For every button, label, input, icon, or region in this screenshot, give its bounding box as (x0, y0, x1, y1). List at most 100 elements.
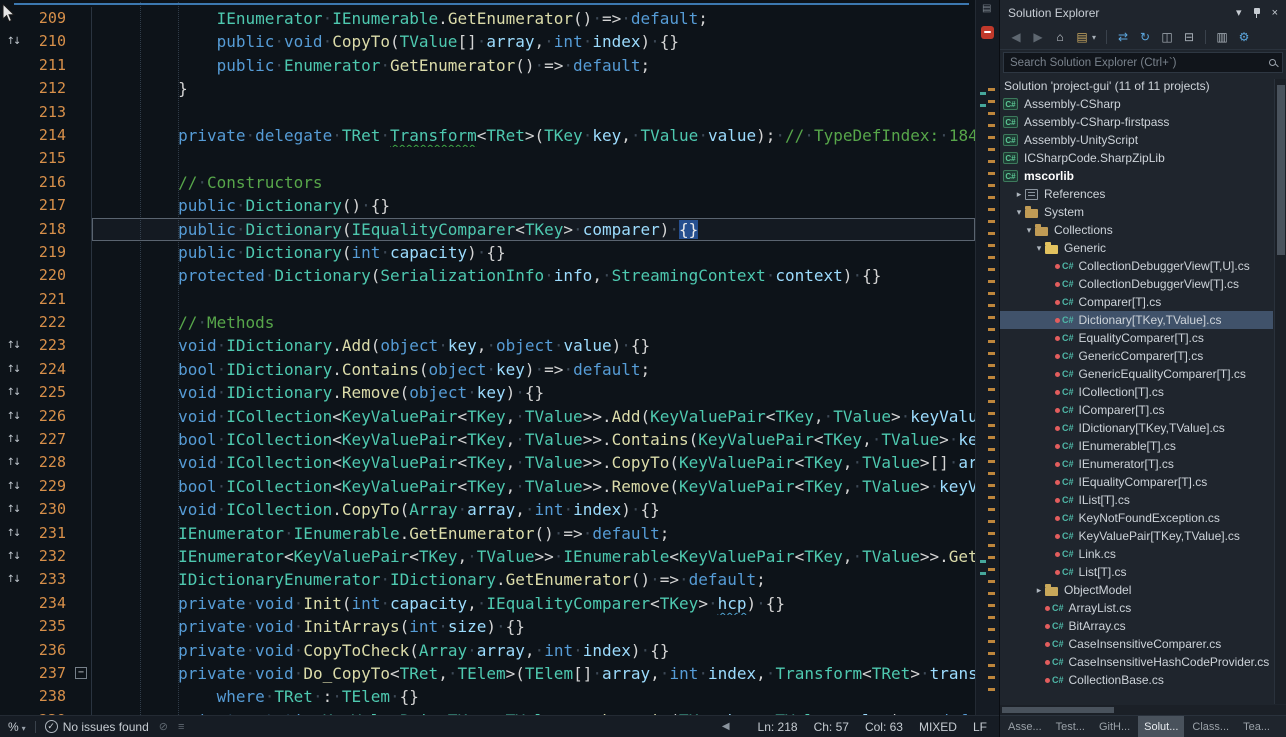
glyph-margin[interactable] (0, 264, 26, 287)
tree-item-collections[interactable]: ▾Collections (1000, 221, 1286, 239)
fold-collapse-icon[interactable]: − (75, 667, 87, 679)
glyph-margin[interactable]: ↑↓ (0, 30, 26, 53)
tree-item-system[interactable]: ▾System (1000, 203, 1286, 221)
code-line-221[interactable]: 221 (0, 288, 975, 311)
tree-vertical-scrollbar[interactable] (1274, 79, 1286, 704)
tree-item-references[interactable]: ▸References (1000, 185, 1286, 203)
char-indicator[interactable]: Ch: 57 (814, 720, 849, 734)
navigate-references-icon[interactable]: ↑↓ (7, 451, 20, 474)
switch-views-icon[interactable]: ▤ (1074, 30, 1090, 44)
glyph-margin[interactable]: ↑↓ (0, 545, 26, 568)
code-line-232[interactable]: ↑↓232 IEnumerator<KeyValuePair<TKey,·TVa… (0, 545, 975, 568)
zoom-control[interactable]: %▾ (8, 720, 26, 734)
tree-item-genericequalitycomparer-t-cs[interactable]: C#GenericEqualityComparer[T].cs (1000, 365, 1286, 383)
tree-item-assembly-csharp-firstpass[interactable]: C#Assembly-CSharp-firstpass (1000, 113, 1286, 131)
tree-item-equalitycomparer-t-cs[interactable]: C#EqualityComparer[T].cs (1000, 329, 1286, 347)
code-line-210[interactable]: ↑↓210 public·void·CopyTo(TValue[]·array,… (0, 30, 975, 53)
code-text[interactable]: } (92, 77, 975, 100)
document-health-icon[interactable] (981, 26, 994, 39)
code-line-222[interactable]: 222 //·Methods (0, 311, 975, 334)
tree-item-caseinsensitivecomparer-cs[interactable]: C#CaseInsensitiveComparer.cs (1000, 635, 1286, 653)
code-text[interactable]: IEnumerator·IEnumerable.GetEnumer​ator()… (92, 522, 975, 545)
code-text[interactable] (92, 288, 975, 311)
switch-views-caret-icon[interactable]: ▾ (1090, 33, 1098, 42)
code-line-218[interactable]: 218 public·Dictionary(IEqualityComparer<… (0, 218, 975, 241)
chevron-down-icon[interactable]: ▾ (1013, 207, 1025, 218)
tree-item-objectmodel[interactable]: ▸ObjectModel (1000, 581, 1286, 599)
properties-icon[interactable]: ⚙ (1236, 30, 1252, 44)
code-line-236[interactable]: 236 private·void·CopyToCheck(Array·array… (0, 639, 975, 662)
code-line-233[interactable]: ↑↓233 IDictionaryEnumerator·IDictionary.… (0, 568, 975, 591)
glyph-margin[interactable] (0, 101, 26, 124)
code-text[interactable]: public·Enumerator·GetEnumerator()·=>·def… (92, 54, 975, 77)
code-line-235[interactable]: 235 private·void·InitArrays(int·size)·{} (0, 615, 975, 638)
panel-tab-solut[interactable]: Solut... (1138, 716, 1184, 737)
tree-item-link-cs[interactable]: C#Link.cs (1000, 545, 1286, 563)
code-line-223[interactable]: ↑↓223 void·IDictionary.Add(object·key,·o… (0, 334, 975, 357)
code-line-228[interactable]: ↑↓228 void·ICollection<KeyValuePair<TKey… (0, 451, 975, 474)
code-text[interactable]: void·IDictionary.Remove(object·key)·{} (92, 381, 975, 404)
glyph-margin[interactable]: ↑↓ (0, 522, 26, 545)
glyph-margin[interactable]: ↑↓ (0, 568, 26, 591)
code-text[interactable]: bool·ICollection<KeyValuePair<TKey,·TVal… (92, 428, 975, 451)
chevron-down-icon[interactable]: ▾ (1033, 243, 1045, 254)
navigate-references-icon[interactable]: ↑↓ (7, 522, 20, 545)
navigate-references-icon[interactable]: ↑↓ (7, 568, 20, 591)
code-line-220[interactable]: 220 protected·Dictionary(SerializationIn… (0, 264, 975, 287)
code-line-217[interactable]: 217 public·Dictionary()·{} (0, 194, 975, 217)
tree-item-comparer-t-cs[interactable]: C#Comparer[T].cs (1000, 293, 1286, 311)
navigate-references-icon[interactable]: ↑↓ (7, 381, 20, 404)
home-icon[interactable]: ⌂ (1052, 30, 1068, 44)
tree-item-assembly-unityscript[interactable]: C#Assembly-UnityScript (1000, 131, 1286, 149)
code-line-239[interactable]: 239 private·static·KeyValuePair<TKey,·TV… (0, 709, 975, 715)
hscroll-thumb[interactable] (1002, 707, 1114, 713)
window-position-icon[interactable]: ▾ (1236, 6, 1242, 19)
back-icon[interactable]: ◀ (1008, 30, 1024, 44)
tree-item-idictionary-tkey-tvalue-cs[interactable]: C#IDictionary[TKey,TValue].cs (1000, 419, 1286, 437)
glyph-margin[interactable] (0, 171, 26, 194)
navigate-references-icon[interactable]: ↑↓ (7, 334, 20, 357)
glyph-margin[interactable] (0, 662, 26, 685)
glyph-margin[interactable]: ↑↓ (0, 381, 26, 404)
tree-horizontal-scrollbar[interactable] (1000, 705, 1286, 715)
panel-tab-test[interactable]: Test... (1050, 716, 1091, 737)
navigate-references-icon[interactable]: ↑↓ (7, 475, 20, 498)
tree-item-bitarray-cs[interactable]: C#BitArray.cs (1000, 617, 1286, 635)
code-line-229[interactable]: ↑↓229 bool·ICollection<KeyValuePair<TKey… (0, 475, 975, 498)
code-text[interactable]: //·Constructors (92, 171, 975, 194)
show-all-files-icon[interactable]: ◫ (1159, 30, 1175, 44)
code-line-225[interactable]: ↑↓225 void·IDictionary.Remove(object·key… (0, 381, 975, 404)
glyph-margin[interactable]: ↑↓ (0, 358, 26, 381)
code-text[interactable]: private·static·KeyValuePair<TKey,·TValue… (92, 709, 975, 715)
tree-item-keyvaluepair-tkey-tvalue-cs[interactable]: C#KeyValuePair[TKey,TValue].cs (1000, 527, 1286, 545)
code-line-237[interactable]: 237− private·void·Do_CopyTo<TRet,·TElem>… (0, 662, 975, 685)
tree-item-solution-project-gui-11-of-11-projects[interactable]: Solution 'project-gui' (11 of 11 project… (1000, 77, 1286, 95)
code-line-231[interactable]: ↑↓231 IEnumerator·IEnumerable.GetEnumer​… (0, 522, 975, 545)
code-text[interactable]: private·void·CopyToCheck(Array·array,·in… (92, 639, 975, 662)
sync-with-active-document-icon[interactable]: ⇄ (1115, 30, 1131, 44)
navigate-references-icon[interactable]: ↑↓ (7, 545, 20, 568)
tree-item-ienumerable-t-cs[interactable]: C#IEnumerable[T].cs (1000, 437, 1286, 455)
close-icon[interactable]: × (1272, 7, 1278, 19)
glyph-margin[interactable] (0, 218, 26, 241)
code-line-238[interactable]: 238 where·TRet·:·TElem·{} (0, 685, 975, 708)
code-text[interactable] (92, 101, 975, 124)
glyph-margin[interactable]: ↑↓ (0, 405, 26, 428)
code-line-213[interactable]: 213 (0, 101, 975, 124)
tree-item-icomparer-t-cs[interactable]: C#IComparer[T].cs (1000, 401, 1286, 419)
code-line-215[interactable]: 215 (0, 147, 975, 170)
tree-item-caseinsensitivehashcodeprovider-cs[interactable]: C#CaseInsensitiveHashCodeProvider.cs (1000, 653, 1286, 671)
glyph-margin[interactable]: ↑↓ (0, 475, 26, 498)
glyph-margin[interactable] (0, 615, 26, 638)
glyph-margin[interactable] (0, 194, 26, 217)
line-indicator[interactable]: Ln: 218 (758, 720, 798, 734)
glyph-margin[interactable] (0, 639, 26, 662)
code-text[interactable]: private·void·Init(int·capacity,·IEqualit… (92, 592, 975, 615)
code-line-230[interactable]: ↑↓230 void·ICollection.CopyTo(Array·arra… (0, 498, 975, 521)
tree-item-list-t-cs[interactable]: C#List[T].cs (1000, 563, 1286, 581)
code-text[interactable]: void·IDictionary.Add(object·key,·object·… (92, 334, 975, 357)
code-line-216[interactable]: 216 //·Constructors (0, 171, 975, 194)
tree-item-dictionary-tkey-tvalue-cs[interactable]: C#Dictionary[TKey,TValue].cs (1000, 311, 1286, 329)
code-line-234[interactable]: 234 private·void·Init(int·capacity,·IEqu… (0, 592, 975, 615)
code-text[interactable]: IEnumerator<KeyValuePair<TKey,·TValue>>·… (92, 545, 975, 568)
